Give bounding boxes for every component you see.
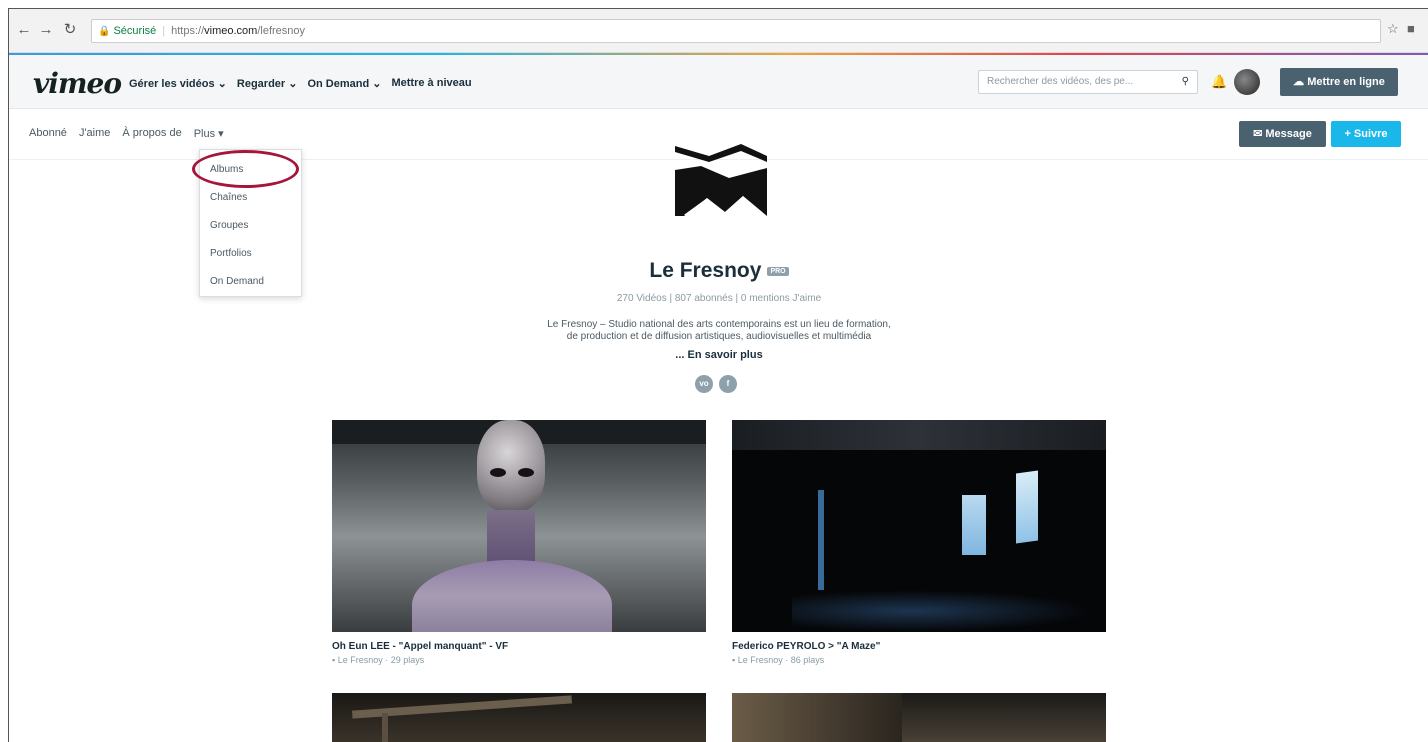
projection-screen	[1016, 470, 1038, 544]
pro-badge: PRO	[767, 266, 789, 276]
profile-bio: Le Fresnoy – Studio national des arts co…	[9, 319, 1428, 343]
upload-button[interactable]: ☁ Mettre en ligne	[1280, 68, 1398, 96]
video-thumbnail[interactable]	[332, 693, 706, 742]
url-host: vimeo.com	[204, 25, 258, 37]
ceiling	[732, 420, 1106, 450]
facebook-social-icon[interactable]: f	[719, 375, 737, 393]
nav-watch[interactable]: Regarder ⌄	[237, 77, 298, 90]
browser-toolbar: ← → ↻ 🔒 Sécurisé | https://vimeo.com/lefres…	[9, 9, 1428, 53]
screen-glow	[818, 490, 824, 600]
lit-wall	[732, 693, 902, 742]
figure-shoulders	[412, 560, 612, 632]
search-icon[interactable]: ⚲	[1182, 71, 1189, 93]
video-meta: ▪ Le Fresnoy · 29 plays	[332, 655, 424, 665]
url-path: /lefresnoy	[257, 25, 306, 37]
url-prefix: https://	[171, 25, 205, 37]
main-nav: Gérer les vidéos ⌄ Regarder ⌄ On Demand …	[129, 77, 472, 90]
figure-eye	[518, 468, 534, 477]
video-thumbnail[interactable]	[332, 420, 706, 632]
floor-reflection	[792, 590, 1092, 632]
menu-item-portfolios[interactable]: Portfolios	[210, 248, 252, 259]
tab-likes[interactable]: J'aime	[79, 127, 110, 140]
secure-label: Sécurisé	[113, 25, 157, 37]
reload-icon[interactable]: ↻	[61, 21, 79, 39]
profile-nav: Abonné J'aime À propos de Plus ▾	[29, 127, 224, 140]
nav-on-demand[interactable]: On Demand ⌄	[307, 77, 381, 90]
cloud-upload-icon: ☁	[1293, 76, 1305, 88]
video-meta-text: Le Fresnoy · 86 plays	[737, 655, 825, 665]
bio-line: Le Fresnoy – Studio national des arts co…	[547, 319, 891, 330]
search-input[interactable]: Rechercher des vidéos, des pe... ⚲	[978, 70, 1198, 94]
search-placeholder: Rechercher des vidéos, des pe...	[987, 76, 1134, 87]
projection-screen	[962, 495, 986, 555]
channel-icon: ▪	[732, 655, 736, 665]
upload-label: Mettre en ligne	[1307, 76, 1385, 88]
video-title[interactable]: Oh Eun LEE - "Appel manquant" - VF	[332, 641, 508, 652]
bell-icon[interactable]: 🔔	[1211, 74, 1227, 90]
profile-logo	[671, 142, 771, 222]
profile-name-text: Le Fresnoy	[649, 259, 762, 282]
figure-eye	[490, 468, 506, 477]
message-label: Message	[1265, 128, 1312, 140]
lock-icon: 🔒	[98, 26, 111, 37]
video-thumbnail[interactable]	[732, 693, 1106, 742]
message-button[interactable]: ✉ Message	[1239, 121, 1326, 147]
video-thumbnail[interactable]	[732, 420, 1106, 632]
video-title[interactable]: Federico PEYROLO > "A Maze"	[732, 641, 880, 652]
menu-item-groups[interactable]: Groupes	[210, 220, 248, 231]
vimeo-logo[interactable]: vimeo	[33, 67, 122, 100]
channel-icon: ▪	[332, 655, 336, 665]
nav-upgrade[interactable]: Mettre à niveau	[391, 77, 471, 90]
star-icon[interactable]: ☆	[1387, 21, 1399, 37]
figure-head	[477, 420, 545, 512]
menu-item-channels[interactable]: Chaînes	[210, 192, 247, 203]
bio-line: de production et de diffusion artistique…	[566, 331, 872, 342]
tab-about[interactable]: À propos de	[122, 127, 181, 140]
envelope-icon: ✉	[1253, 128, 1263, 140]
menu-item-on-demand[interactable]: On Demand	[210, 276, 264, 287]
sculpture-post	[382, 713, 388, 742]
back-icon[interactable]: ←	[15, 21, 33, 39]
follow-button[interactable]: + Suivre	[1331, 121, 1401, 147]
tab-more[interactable]: Plus ▾	[194, 127, 224, 140]
video-meta: ▪ Le Fresnoy · 86 plays	[732, 655, 824, 665]
le-fresnoy-logo-icon	[675, 144, 767, 218]
vimeo-topbar: vimeo Gérer les vidéos ⌄ Regarder ⌄ On D…	[9, 55, 1428, 109]
read-more-link[interactable]: ... En savoir plus	[9, 349, 1428, 361]
browser-window: ← → ↻ 🔒 Sécurisé | https://vimeo.com/lefres…	[8, 8, 1428, 742]
extension-icon[interactable]: ■	[1407, 21, 1415, 36]
address-bar[interactable]: 🔒 Sécurisé | https://vimeo.com/lefresnoy	[91, 19, 1381, 43]
tab-following[interactable]: Abonné	[29, 127, 67, 140]
avatar[interactable]	[1234, 69, 1260, 95]
nav-manage-videos[interactable]: Gérer les vidéos ⌄	[129, 77, 227, 90]
forward-icon[interactable]: →	[37, 21, 55, 39]
highlight-circle	[192, 150, 299, 188]
vimeo-social-icon[interactable]: vo	[695, 375, 713, 393]
video-meta-text: Le Fresnoy · 29 plays	[337, 655, 425, 665]
